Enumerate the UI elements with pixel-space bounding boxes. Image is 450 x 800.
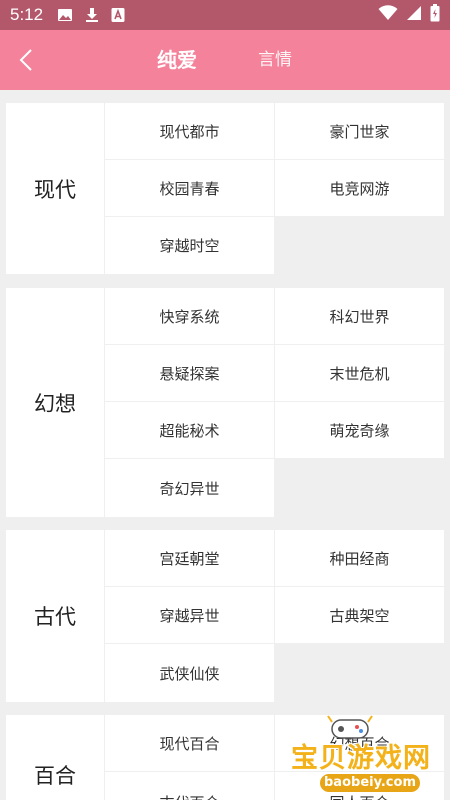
tab-yanqing[interactable]: 言情 (252, 48, 298, 72)
category-item[interactable]: 校园青春 (105, 160, 274, 216)
watermark: 宝贝游戏网 baobeiy.com (270, 708, 450, 800)
battery-icon (430, 4, 440, 26)
category-item[interactable]: 电竞网游 (275, 160, 444, 216)
category-item[interactable]: 末世危机 (275, 345, 444, 401)
category-item[interactable]: 穿越时空 (105, 217, 274, 274)
category-item[interactable]: 奇幻异世 (105, 459, 274, 517)
category-item[interactable]: 现代都市 (105, 103, 274, 159)
category-item[interactable]: 宫廷朝堂 (105, 530, 274, 586)
a-box-icon (111, 7, 125, 23)
category-item[interactable]: 现代百合 (105, 715, 274, 771)
status-time: 5:12 (10, 5, 44, 24)
signal-icon (406, 5, 422, 25)
category-item[interactable]: 古典架空 (275, 587, 444, 643)
category-item[interactable]: 超能秘术 (105, 402, 274, 458)
app-bar: 纯爱 言情 (0, 30, 450, 90)
category-item[interactable]: 科幻世界 (275, 288, 444, 344)
download-icon (85, 7, 99, 23)
section-modern: 现代 现代都市 豪门世家 校园青春 电竞网游 穿越时空 (6, 103, 444, 274)
back-button[interactable] (8, 42, 44, 78)
category-item[interactable]: 武侠仙侠 (105, 644, 274, 702)
section-label: 现代 (6, 103, 104, 274)
image-icon (57, 7, 73, 23)
category-item[interactable]: 种田经商 (275, 530, 444, 586)
wifi-icon (378, 5, 398, 25)
category-item[interactable]: 古代百合 (105, 772, 274, 800)
tab-chunai[interactable]: 纯爱 (152, 46, 202, 74)
chevron-left-icon (19, 49, 32, 71)
status-bar: 5:12 (0, 0, 450, 30)
category-item[interactable]: 快穿系统 (105, 288, 274, 344)
category-item[interactable]: 悬疑探案 (105, 345, 274, 401)
section-fantasy: 幻想 快穿系统 科幻世界 悬疑探案 末世危机 超能秘术 萌宠奇缘 奇幻异世 (6, 288, 444, 517)
category-item[interactable]: 穿越异世 (105, 587, 274, 643)
watermark-text: 宝贝游戏网 (291, 743, 431, 774)
category-item[interactable]: 萌宠奇缘 (275, 402, 444, 458)
watermark-url: baobeiy.com (320, 774, 420, 792)
section-label: 幻想 (6, 288, 104, 517)
section-label: 百合 (6, 715, 104, 800)
category-item[interactable]: 豪门世家 (275, 103, 444, 159)
category-list: 现代 现代都市 豪门世家 校园青春 电竞网游 穿越时空 幻想 快穿系统 科幻世界… (0, 90, 450, 800)
section-ancient: 古代 宫廷朝堂 种田经商 穿越异世 古典架空 武侠仙侠 (6, 530, 444, 702)
section-label: 古代 (6, 530, 104, 702)
